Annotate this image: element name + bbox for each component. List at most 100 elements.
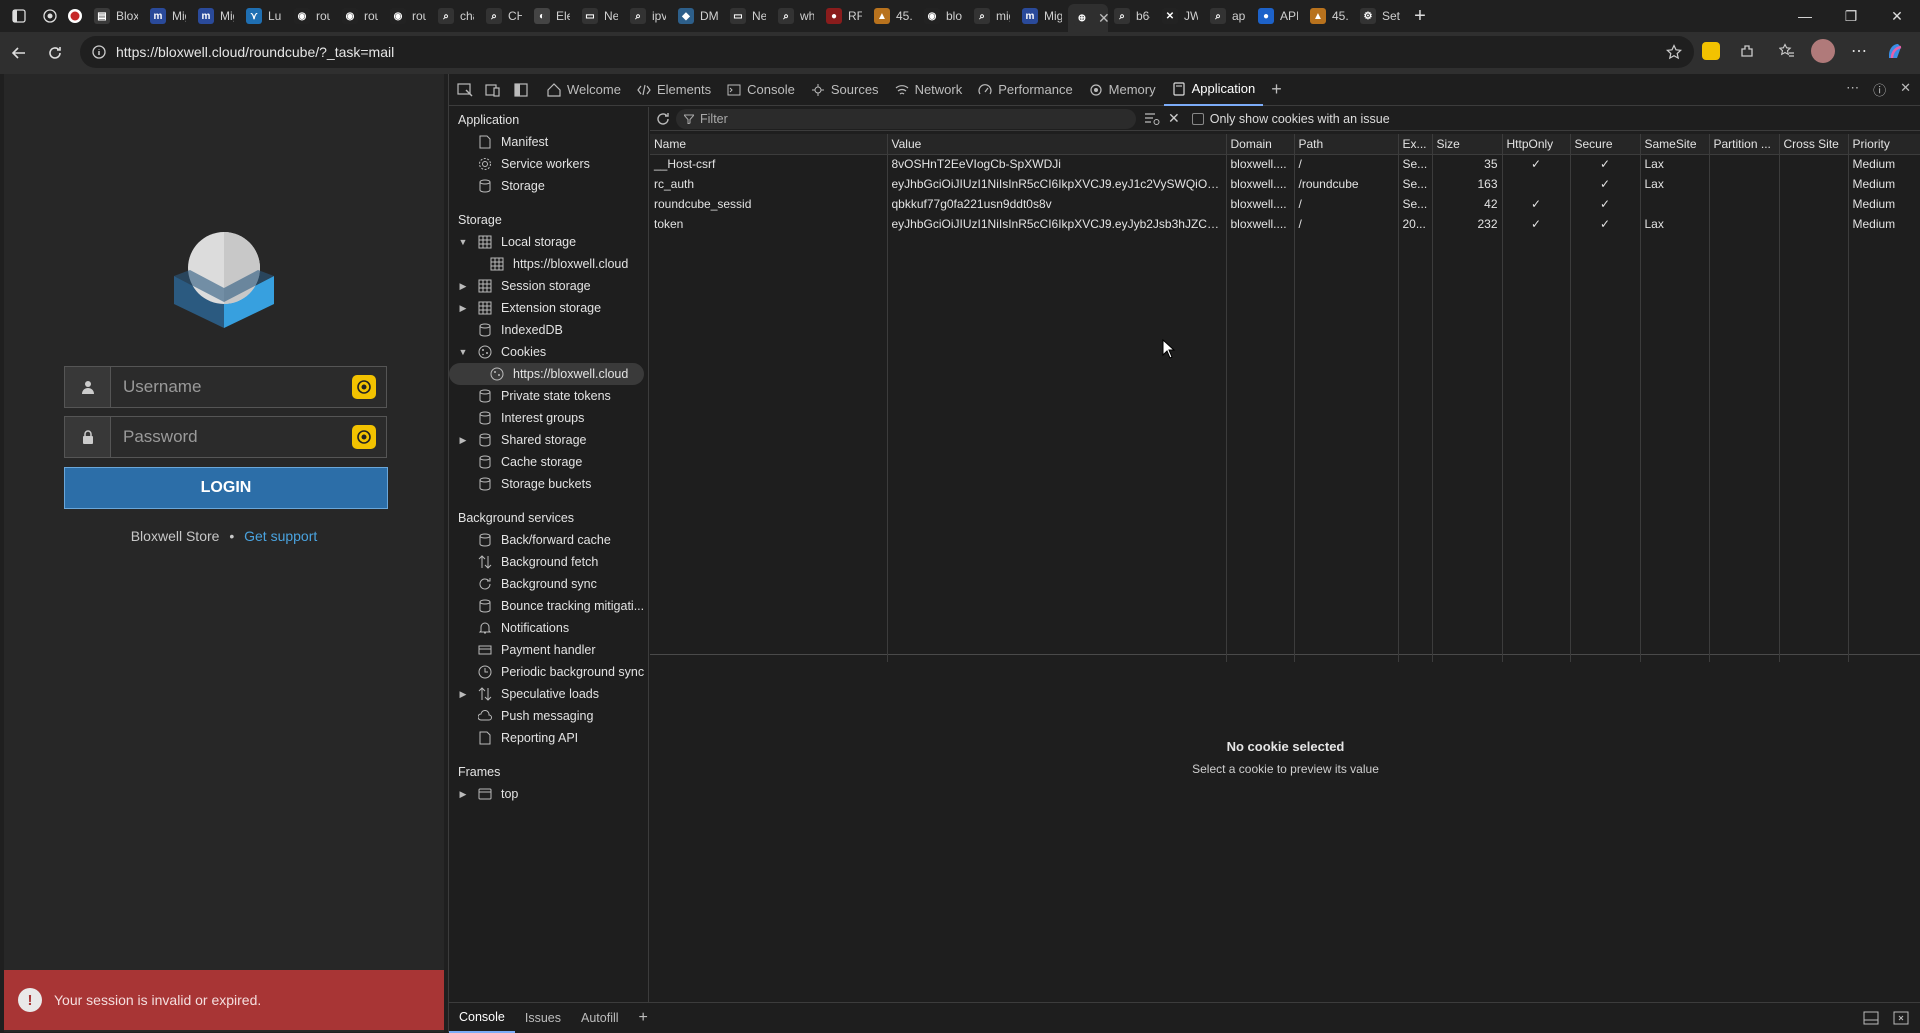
- browser-tab[interactable]: m Mig: [1016, 2, 1068, 30]
- inspect-element-icon[interactable]: [451, 76, 479, 104]
- password-field[interactable]: [64, 416, 387, 458]
- sidebar-item-notifications[interactable]: Notifications: [449, 617, 648, 639]
- sidebar-item-local-storage[interactable]: ▼ Local storage: [449, 231, 648, 253]
- sidebar-item-back-forward-cache[interactable]: Back/forward cache: [449, 529, 648, 551]
- more-menu-icon[interactable]: ⋯: [1844, 36, 1874, 66]
- checkbox-box[interactable]: [1191, 112, 1204, 125]
- username-input[interactable]: [111, 367, 352, 407]
- tab-sources[interactable]: Sources: [803, 74, 887, 106]
- browser-tab[interactable]: ▲ 45.4: [868, 2, 918, 30]
- collapsed-arrow-icon[interactable]: ▶: [455, 435, 471, 446]
- collapsed-arrow-icon[interactable]: ▶: [455, 303, 471, 314]
- dock-sidebar-icon[interactable]: [507, 76, 535, 104]
- password-manager-icon[interactable]: [352, 425, 376, 449]
- tab-memory[interactable]: Memory: [1081, 74, 1164, 106]
- sidebar-item-local-storage-origin[interactable]: https://bloxwell.cloud: [449, 253, 648, 275]
- issues-only-checkbox[interactable]: Only show cookies with an issue: [1191, 112, 1390, 126]
- sidebar-item-shared-storage[interactable]: ▶ Shared storage: [449, 429, 648, 451]
- close-tab-icon[interactable]: ✕: [1098, 10, 1108, 27]
- browser-tab[interactable]: m Mig: [192, 2, 240, 30]
- browser-tab[interactable]: ● RFC: [820, 2, 868, 30]
- sidebar-item-cache-storage[interactable]: Cache storage: [449, 451, 648, 473]
- drawer-tab-console[interactable]: Console: [449, 1003, 515, 1033]
- browser-tab[interactable]: ⌕ mig: [968, 2, 1016, 30]
- sidebar-item-service-workers[interactable]: Service workers: [449, 153, 648, 175]
- column-header[interactable]: Size: [1432, 134, 1503, 155]
- drawer-tab-autofill[interactable]: Autofill: [571, 1003, 629, 1033]
- add-panel-button[interactable]: +: [1263, 74, 1290, 106]
- reload-button[interactable]: [38, 36, 72, 70]
- expanded-arrow-icon[interactable]: ▼: [455, 347, 471, 357]
- sidebar-item-storage[interactable]: Storage: [449, 175, 648, 197]
- sidebar-item-push-messaging[interactable]: Push messaging: [449, 705, 648, 727]
- sidebar-item-background-sync[interactable]: Background sync: [449, 573, 648, 595]
- browser-tab[interactable]: ▭ New: [724, 2, 772, 30]
- browser-tab[interactable]: ◐ Elev: [528, 2, 576, 30]
- password-manager-icon[interactable]: [352, 375, 376, 399]
- url-text[interactable]: https://bloxwell.cloud/roundcube/?_task=…: [116, 44, 394, 60]
- column-header[interactable]: Value: [887, 134, 1227, 155]
- sidebar-item-cookies[interactable]: ▼ Cookies: [449, 341, 648, 363]
- column-header[interactable]: Partition ...: [1709, 134, 1780, 155]
- username-field[interactable]: [64, 366, 387, 408]
- sidebar-item-manifest[interactable]: Manifest: [449, 131, 648, 153]
- clear-all-cookies-icon[interactable]: ✕: [1168, 110, 1180, 127]
- column-header[interactable]: SameSite: [1640, 134, 1710, 155]
- column-header[interactable]: Path: [1294, 134, 1399, 155]
- browser-tab[interactable]: ◉ rour: [288, 2, 336, 30]
- add-drawer-tab-button[interactable]: +: [629, 1003, 658, 1033]
- restore-icon[interactable]: ❐: [1828, 0, 1874, 32]
- login-button[interactable]: LOGIN: [64, 467, 388, 509]
- tab-elements[interactable]: Elements: [629, 74, 719, 106]
- tab-application[interactable]: Application: [1163, 74, 1264, 106]
- new-tab-button[interactable]: +: [1406, 2, 1434, 30]
- sidebar-item-session-storage[interactable]: ▶ Session storage: [449, 275, 648, 297]
- collapsed-arrow-icon[interactable]: ▶: [455, 789, 471, 800]
- extensions-icon[interactable]: [1732, 36, 1762, 66]
- column-header[interactable]: Cross Site: [1779, 134, 1849, 155]
- sidebar-item-speculative-loads[interactable]: ▶ Speculative loads: [449, 683, 648, 705]
- back-button[interactable]: [2, 36, 36, 70]
- help-icon[interactable]: ⓘ: [1873, 80, 1886, 99]
- close-devtools-icon[interactable]: ✕: [1900, 80, 1911, 99]
- browser-tab[interactable]: ▭ New: [576, 2, 624, 30]
- browser-tab[interactable]: ◉ rour: [384, 2, 432, 30]
- column-header[interactable]: Ex...: [1398, 134, 1433, 155]
- recording-icon[interactable]: [62, 0, 88, 32]
- browser-tab[interactable]: ⚙ Setti: [1354, 2, 1406, 30]
- site-info-icon[interactable]: [92, 45, 106, 59]
- browser-tab[interactable]: ⌕ b64: [1108, 2, 1156, 30]
- tab-performance[interactable]: Performance: [970, 74, 1080, 106]
- refresh-icon[interactable]: [656, 112, 670, 126]
- dock-drawer-icon[interactable]: [1863, 1011, 1879, 1025]
- browser-tab[interactable]: ⋎ Luna: [240, 2, 288, 30]
- sidebar-item-frame-top[interactable]: ▶ top: [449, 783, 648, 805]
- sidebar-item-background-fetch[interactable]: Background fetch: [449, 551, 648, 573]
- sidebar-item-reporting-api[interactable]: Reporting API: [449, 727, 648, 749]
- browser-tab[interactable]: ⊕ ✕: [1068, 4, 1108, 32]
- password-input[interactable]: [111, 417, 352, 457]
- browser-tab[interactable]: ◉ blox: [918, 2, 968, 30]
- extension-badge-icon[interactable]: [1696, 36, 1726, 66]
- expanded-arrow-icon[interactable]: ▼: [455, 237, 471, 247]
- sidebar-item-private-state-tokens[interactable]: Private state tokens: [449, 385, 648, 407]
- browser-tab[interactable]: ▲ 45.4: [1304, 2, 1354, 30]
- minimize-icon[interactable]: —: [1782, 0, 1828, 32]
- get-support-link[interactable]: Get support: [244, 528, 317, 544]
- close-window-icon[interactable]: ✕: [1874, 0, 1920, 32]
- column-header[interactable]: Name: [650, 134, 888, 155]
- profile-avatar[interactable]: [1808, 36, 1838, 66]
- clear-filtered-cookies-icon[interactable]: [1144, 112, 1160, 126]
- column-header[interactable]: Secure: [1570, 134, 1641, 155]
- tab-actions-icon[interactable]: [0, 0, 38, 32]
- collapsed-arrow-icon[interactable]: ▶: [455, 689, 471, 700]
- collapsed-arrow-icon[interactable]: ▶: [455, 281, 471, 292]
- tab-welcome[interactable]: Welcome: [539, 74, 629, 106]
- table-row[interactable]: __Host-csrf 8vOSHnT2EeVIogCb-SpXWDJi bloxw…: [650, 154, 1920, 174]
- table-row[interactable]: rc_auth eyJhbGciOiJIUzI1NiIsInR5cCI6IkpXV…: [650, 174, 1920, 194]
- table-row[interactable]: token eyJhbGciOiJIUzI1NiIsInR5cCI6IkpXVCJ…: [650, 214, 1920, 234]
- sidebar-item-extension-storage[interactable]: ▶ Extension storage: [449, 297, 648, 319]
- browser-tab[interactable]: ⌕ CHA: [480, 2, 528, 30]
- browser-tab[interactable]: ◉ rour: [336, 2, 384, 30]
- browser-tab[interactable]: ▤ Blox: [88, 2, 144, 30]
